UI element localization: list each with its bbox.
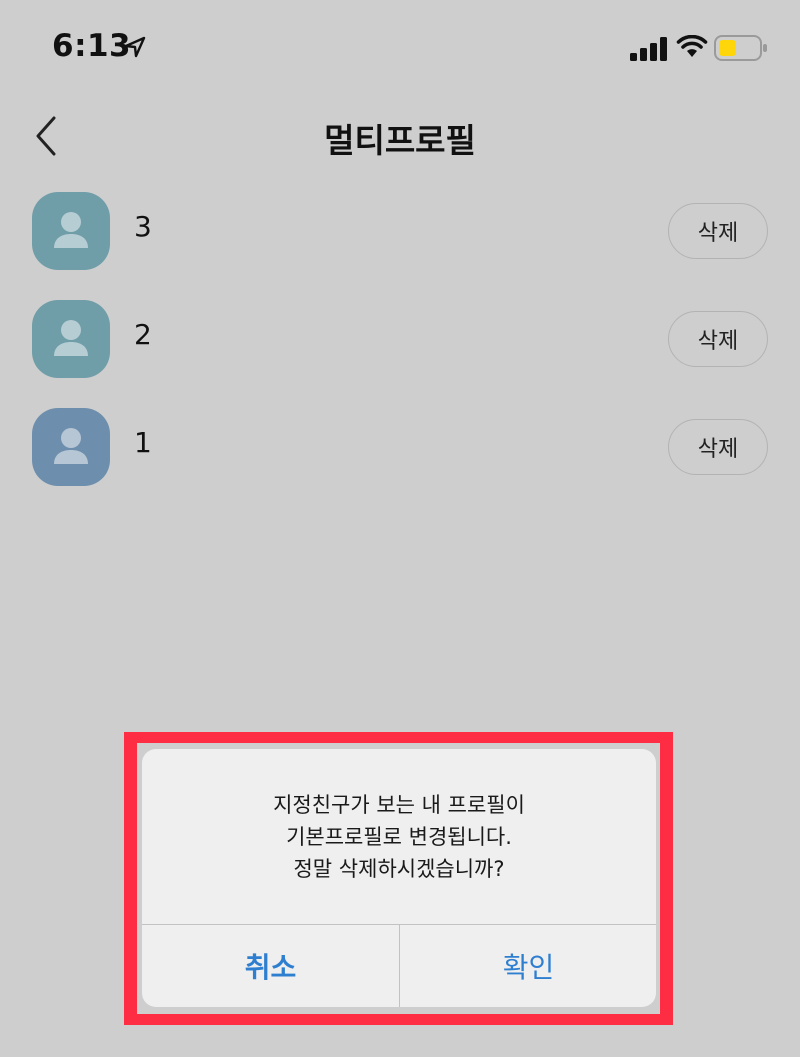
alert-dialog: 지정친구가 보는 내 프로필이 기본프로필로 변경됩니다. 정말 삭제하시겠습니… xyxy=(142,749,656,1007)
alert-message-line: 정말 삭제하시겠습니까? xyxy=(293,857,505,881)
profile-list: 3 삭제 2 삭제 1 삭제 xyxy=(0,186,800,510)
confirm-button[interactable]: 확인 xyxy=(400,925,656,1007)
location-arrow-icon xyxy=(124,36,146,58)
signal-icon xyxy=(630,37,667,61)
profile-row-3[interactable]: 3 삭제 xyxy=(0,186,800,294)
person-icon xyxy=(32,300,110,378)
person-icon xyxy=(32,408,110,486)
avatar[interactable] xyxy=(32,192,110,270)
delete-button[interactable]: 삭제 xyxy=(668,419,768,475)
alert-message-line: 기본프로필로 변경됩니다. xyxy=(286,825,512,849)
profile-name: 1 xyxy=(134,426,152,459)
alert-message-line: 지정친구가 보는 내 프로필이 xyxy=(273,793,525,817)
delete-button[interactable]: 삭제 xyxy=(668,203,768,259)
avatar[interactable] xyxy=(32,408,110,486)
wifi-icon xyxy=(676,35,708,57)
avatar[interactable] xyxy=(32,300,110,378)
person-icon xyxy=(32,192,110,270)
nav-bar: 멀티프로필 xyxy=(0,100,800,172)
page-title: 멀티프로필 xyxy=(324,121,476,160)
delete-button[interactable]: 삭제 xyxy=(668,311,768,367)
profile-row-1[interactable]: 1 삭제 xyxy=(0,402,800,510)
profile-row-2[interactable]: 2 삭제 xyxy=(0,294,800,402)
cancel-button[interactable]: 취소 xyxy=(142,925,399,1007)
status-bar: 6:13 xyxy=(0,0,800,100)
profile-name: 2 xyxy=(134,318,152,351)
alert-message: 지정친구가 보는 내 프로필이 기본프로필로 변경됩니다. 정말 삭제하시겠습니… xyxy=(142,789,656,885)
status-time: 6:13 xyxy=(52,28,132,64)
profile-name: 3 xyxy=(134,210,152,243)
battery-icon xyxy=(714,35,767,61)
